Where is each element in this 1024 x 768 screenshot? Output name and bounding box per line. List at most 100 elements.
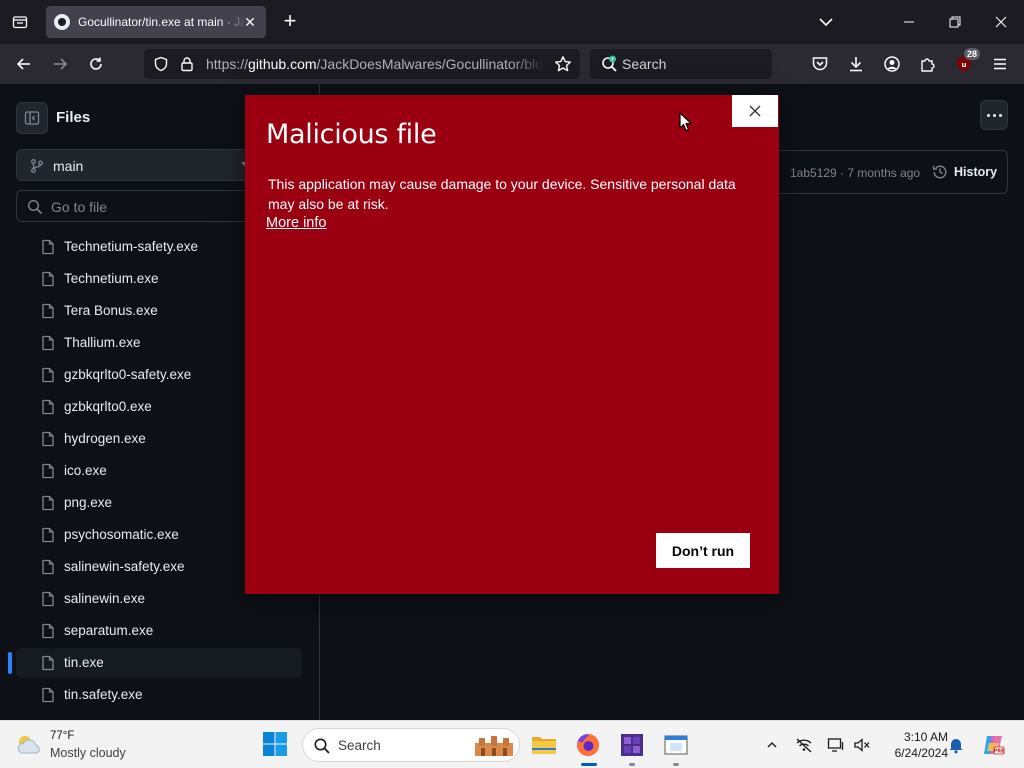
file-icon <box>40 527 56 543</box>
file-name: Thallium.exe <box>64 335 141 350</box>
file-icon <box>40 559 56 575</box>
chevron-up-icon[interactable] <box>762 735 782 755</box>
file-name: Tera Bonus.exe <box>64 303 158 318</box>
malicious-file-dialog: Malicious file This application may caus… <box>245 95 779 594</box>
file-tree-item[interactable]: tin.exe <box>8 648 302 678</box>
file-tree-item[interactable]: tin.safety.exe <box>16 680 302 710</box>
pocket-icon[interactable] <box>808 52 832 76</box>
file-icon <box>40 591 56 607</box>
running-indicator <box>673 763 679 766</box>
volume-muted-icon[interactable] <box>852 735 872 755</box>
clock-time: 3:10 AM <box>903 730 948 744</box>
reload-icon[interactable] <box>84 52 108 76</box>
git-branch-icon <box>29 158 45 174</box>
browser-tab[interactable]: Gocullinator/tin.exe at main · JackDoesM… <box>46 6 266 38</box>
more-info-link[interactable]: More info <box>266 215 326 231</box>
commit-meta[interactable]: 1ab5129 · 7 months ago <box>790 166 920 180</box>
chevron-down-icon[interactable] <box>814 12 838 32</box>
close-icon[interactable]: ✕ <box>242 14 258 30</box>
weather-condition: Mostly cloudy <box>50 746 126 760</box>
windows-start-icon[interactable] <box>262 731 290 759</box>
file-name: tin.safety.exe <box>64 687 143 702</box>
file-name: salinewin-safety.exe <box>64 559 185 574</box>
active-indicator <box>581 763 597 766</box>
url-prefix: https:// <box>206 56 249 72</box>
file-name: separatum.exe <box>64 623 154 638</box>
clock-date: 6/24/2024 <box>894 746 948 760</box>
search-icon: + <box>600 55 618 73</box>
file-icon <box>40 623 56 639</box>
display-icon[interactable] <box>826 735 846 755</box>
search-highlight-icon <box>473 735 515 757</box>
go-to-file-input[interactable] <box>51 197 251 217</box>
dialog-message: This application may cause damage to you… <box>268 176 736 212</box>
branch-selector-button[interactable]: main <box>16 149 260 181</box>
file-icon <box>40 239 56 255</box>
url-bar[interactable]: https://github.com/JackDoesMalwares/Gocu… <box>144 49 580 79</box>
weather-temperature: 77°F <box>50 730 75 742</box>
branch-name: main <box>53 158 84 174</box>
ublock-icon[interactable]: u 28 <box>952 48 981 76</box>
svg-text:PRE: PRE <box>994 749 1005 755</box>
file-name: gzbkqrlto0-safety.exe <box>64 367 192 382</box>
minimize-icon[interactable] <box>894 8 924 36</box>
extensions-icon[interactable] <box>916 52 940 76</box>
dialog-title: Malicious file <box>266 119 437 150</box>
tab-list-icon[interactable] <box>8 10 32 34</box>
back-arrow-icon[interactable] <box>12 52 36 76</box>
file-icon <box>40 335 56 351</box>
browser-nav-bar: https://github.com/JackDoesMalwares/Gocu… <box>0 44 1024 84</box>
notification-bell-icon[interactable] <box>946 735 966 755</box>
search-icon <box>313 737 331 755</box>
restore-icon[interactable] <box>940 8 970 36</box>
plus-icon[interactable]: + <box>278 10 302 34</box>
shield-icon[interactable] <box>152 55 170 73</box>
download-icon[interactable] <box>844 52 868 76</box>
file-icon <box>40 655 56 671</box>
dialog-close-button[interactable] <box>732 95 778 127</box>
file-tree-item[interactable]: separatum.exe <box>16 616 302 646</box>
taskbar-search-box[interactable]: Search <box>302 728 520 762</box>
svg-text:u: u <box>962 61 967 69</box>
go-to-file-field[interactable] <box>16 190 260 222</box>
screen: Gocullinator/tin.exe at main · JackDoesM… <box>0 0 1024 768</box>
file-name: psychosomatic.exe <box>64 527 179 542</box>
file-name: png.exe <box>64 495 113 510</box>
url-text[interactable]: https://github.com/JackDoesMalwares/Gocu… <box>206 56 544 72</box>
tab-title: Gocullinator/tin.exe at main · JackDoesM… <box>78 15 246 29</box>
account-icon[interactable] <box>880 52 904 76</box>
window-close-icon[interactable] <box>986 8 1016 36</box>
copilot-icon[interactable]: PRE <box>980 732 1006 758</box>
menu-icon[interactable] <box>988 52 1012 76</box>
file-explorer-icon[interactable] <box>528 729 560 761</box>
taskbar-clock[interactable]: 3:10 AM 6/24/2024 <box>876 729 948 761</box>
search-placeholder: Search <box>622 56 667 72</box>
file-name: gzbkqrlto0.exe <box>64 399 152 414</box>
file-name: ico.exe <box>64 463 107 478</box>
file-icon <box>40 431 56 447</box>
latest-commit-box: 1ab5129 · 7 months ago History <box>760 150 1008 194</box>
weather-widget[interactable]: 77°F Mostly cloudy <box>14 729 144 761</box>
files-title: Files <box>56 109 91 126</box>
firefox-icon[interactable] <box>572 729 604 766</box>
browser-tab-bar: Gocullinator/tin.exe at main · JackDoesM… <box>0 0 1024 44</box>
wifi-off-icon[interactable] <box>794 735 814 755</box>
file-icon <box>40 495 56 511</box>
close-icon <box>749 105 761 117</box>
history-button[interactable]: History <box>928 157 1004 187</box>
search-icon <box>27 199 43 215</box>
github-favicon <box>54 14 70 30</box>
sidebar-toggle-icon[interactable] <box>16 102 48 134</box>
dont-run-button[interactable]: Don’t run <box>656 533 750 568</box>
file-name: salinewin.exe <box>64 591 146 606</box>
lock-icon[interactable] <box>178 55 196 73</box>
forward-arrow-icon[interactable] <box>48 52 72 76</box>
app-window-icon[interactable] <box>660 729 692 766</box>
kebab-menu-icon[interactable] <box>980 100 1008 130</box>
file-name: Technetium-safety.exe <box>64 239 199 254</box>
search-bar[interactable]: + Search <box>590 49 772 79</box>
windows-taskbar: 77°F Mostly cloudy Search 3:10 AM 6/24/2… <box>0 720 1024 768</box>
star-icon[interactable] <box>554 55 572 73</box>
app-icon-purple[interactable] <box>616 729 648 766</box>
file-icon <box>40 303 56 319</box>
